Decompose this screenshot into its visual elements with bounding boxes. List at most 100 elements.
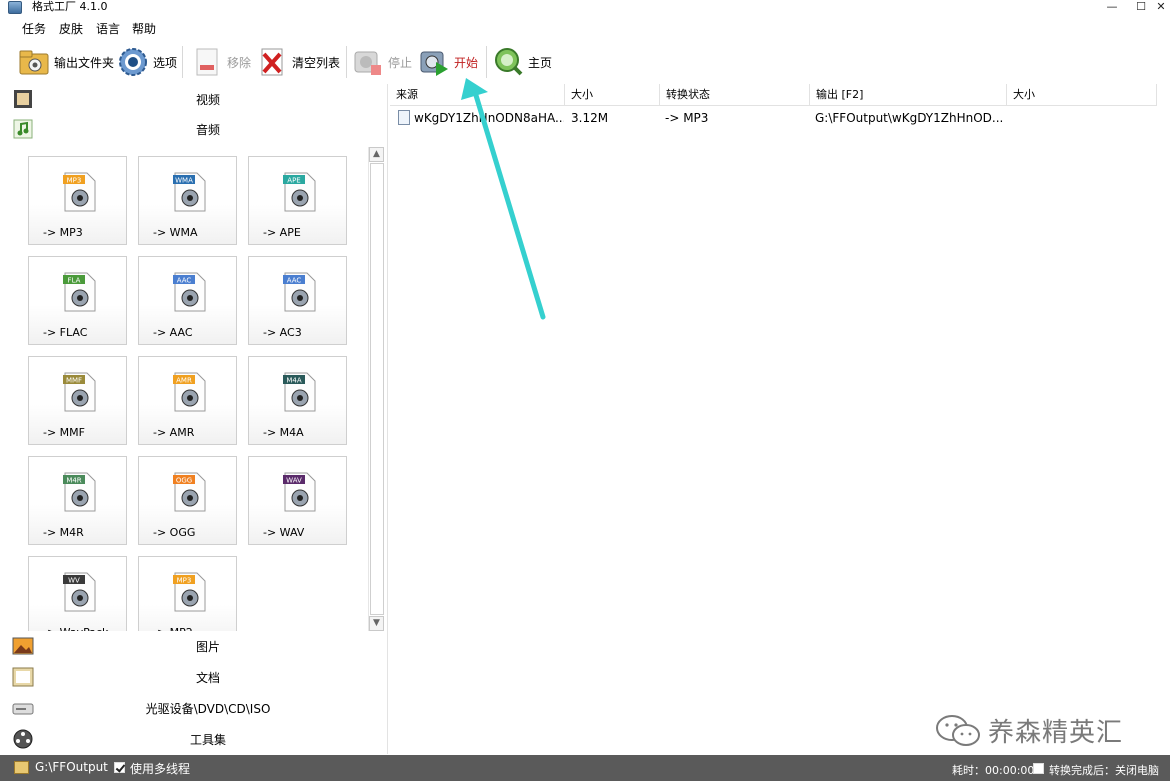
folder-icon[interactable] <box>14 761 29 774</box>
audio-format-doc-icon: WAV <box>283 472 316 512</box>
svg-text:MP3: MP3 <box>177 577 192 585</box>
audio-format-doc-icon: MP3 <box>63 172 96 212</box>
clear-list-button[interactable]: 清空列表 <box>256 44 340 80</box>
gear-icon <box>117 46 149 78</box>
column-output[interactable]: 输出 [F2] <box>810 84 1007 106</box>
format-tile[interactable]: AAC -> AAC <box>138 256 237 345</box>
scroll-thumb[interactable] <box>370 163 384 615</box>
category-optical[interactable]: 光驱设备\DVD\CD\ISO <box>0 693 388 723</box>
svg-text:AMR: AMR <box>176 377 192 385</box>
watermark: 养森精英汇 <box>934 712 1123 749</box>
scroll-up-arrow-icon[interactable]: ▲ <box>369 147 384 162</box>
menu-task[interactable]: 任务 <box>22 21 46 37</box>
output-folder-label: 输出文件夹 <box>54 55 115 70</box>
options-button[interactable]: 选项 <box>117 44 177 80</box>
close-button[interactable]: ✕ <box>1152 0 1170 14</box>
menu-skin[interactable]: 皮肤 <box>59 21 83 37</box>
audio-format-doc-icon: WV <box>63 572 96 612</box>
category-tools-label: 工具集 <box>189 733 226 747</box>
format-tile-label: -> APE <box>263 226 301 239</box>
format-factory-window: 格式工厂 4.1.0 — ☐ ✕ 任务 皮肤 语言 帮助 输出文件夹 选项 移除… <box>0 0 1170 781</box>
category-document[interactable]: 文档 <box>0 662 388 692</box>
toolbar-separator <box>182 46 183 78</box>
format-tile[interactable]: WV-> WavPack <box>28 556 127 631</box>
home-button[interactable]: 主页 <box>492 44 552 80</box>
format-tile[interactable]: OGG -> OGG <box>138 456 237 545</box>
multithread-label: 使用多线程 <box>130 762 191 776</box>
home-label: 主页 <box>528 55 553 70</box>
format-tile[interactable]: MP3-> MP2 <box>138 556 237 631</box>
svg-text:APE: APE <box>287 177 300 185</box>
task-source[interactable]: wKgDY1ZhHnODN8aHA... <box>414 108 564 128</box>
format-tile[interactable]: WMA -> WMA <box>138 156 237 245</box>
multithread-checkbox[interactable] <box>114 762 125 773</box>
format-tile-label: -> MMF <box>43 426 85 439</box>
format-tile-label: -> M4R <box>43 526 84 539</box>
svg-text:WAV: WAV <box>286 477 302 485</box>
column-status[interactable]: 转换状态 <box>660 84 810 106</box>
audio-file-icon <box>398 110 410 125</box>
format-tile[interactable]: AAC -> AC3 <box>248 256 347 345</box>
format-tile-label: -> OGG <box>153 526 196 539</box>
format-tile[interactable]: FLA -> FLAC <box>28 256 127 345</box>
menu-language[interactable]: 语言 <box>96 21 120 37</box>
after-done-label: 转换完成后：关闭电脑 <box>1049 764 1159 777</box>
audio-format-doc-icon: FLA <box>63 272 96 312</box>
category-picture[interactable]: 图片 <box>0 631 388 661</box>
format-tile[interactable]: APE -> APE <box>248 156 347 245</box>
format-tile-label: -> AMR <box>153 426 195 439</box>
toolbar-separator <box>486 46 487 78</box>
stop-button[interactable]: 停止 <box>352 44 412 80</box>
svg-text:OGG: OGG <box>176 477 192 485</box>
format-tile-label: -> AAC <box>153 326 193 339</box>
stop-icon <box>352 46 384 78</box>
format-tile[interactable]: WAV -> WAV <box>248 456 347 545</box>
format-scrollbar[interactable]: ▲ ▼ <box>368 147 384 631</box>
audio-format-doc-icon: OGG <box>173 472 206 512</box>
svg-text:WV: WV <box>68 577 80 585</box>
after-done-checkbox[interactable] <box>1033 763 1044 774</box>
start-button[interactable]: 开始 <box>418 44 478 80</box>
category-panel: 视频 音频 MP3 -> MP3 WMA -> WMA APE -> APE FLA -> F… <box>0 84 388 754</box>
audio-format-doc-icon: M4A <box>283 372 316 412</box>
format-tile-label: -> WMA <box>153 226 198 239</box>
column-size[interactable]: 大小 <box>565 84 660 106</box>
audio-format-doc-icon: MP3 <box>173 572 206 612</box>
column-source[interactable]: 来源 <box>390 84 565 106</box>
clear-list-icon <box>256 46 288 78</box>
output-path[interactable]: G:\FFOutput <box>35 760 108 774</box>
output-folder-button[interactable]: 输出文件夹 <box>18 44 114 80</box>
menu-help[interactable]: 帮助 <box>132 21 156 37</box>
svg-text:AAC: AAC <box>287 277 302 285</box>
menu-bar: 任务 皮肤 语言 帮助 <box>0 18 1170 40</box>
format-tile-label: -> M4A <box>263 426 304 439</box>
category-video[interactable]: 视频 <box>0 84 388 114</box>
title-bar: 格式工厂 4.1.0 — ☐ ✕ <box>0 0 1170 16</box>
stop-label: 停止 <box>388 55 413 70</box>
task-status: -> MP3 <box>665 111 709 125</box>
format-tile[interactable]: MMF -> MMF <box>28 356 127 445</box>
format-tile[interactable]: M4R -> M4R <box>28 456 127 545</box>
task-list: 来源 大小 转换状态 输出 [F2] 大小 wKgDY1ZhHnODN8aHA.… <box>390 84 1170 754</box>
task-output: G:\FFOutput\wKgDY1ZhHnOD... <box>815 111 1004 125</box>
scroll-down-arrow-icon[interactable]: ▼ <box>369 616 384 631</box>
format-tile[interactable]: MP3 -> MP3 <box>28 156 127 245</box>
column-output-size[interactable]: 大小 <box>1007 84 1157 106</box>
folder-icon <box>18 46 50 78</box>
category-audio-label: 音频 <box>195 123 220 137</box>
category-video-label: 视频 <box>195 93 220 107</box>
category-audio[interactable]: 音频 <box>0 114 388 144</box>
status-bar: G:\FFOutput 使用多线程 耗时：00:00:00 转换完成后：关闭电脑 <box>0 755 1170 781</box>
format-tile[interactable]: AMR -> AMR <box>138 356 237 445</box>
format-tile-label: -> AC3 <box>263 326 302 339</box>
category-tools[interactable]: 工具集 <box>0 724 388 754</box>
format-tile[interactable]: M4A -> M4A <box>248 356 347 445</box>
audio-format-grid: MP3 -> MP3 WMA -> WMA APE -> APE FLA -> FLAC AAC… <box>0 147 368 631</box>
audio-format-doc-icon: M4R <box>63 472 96 512</box>
format-tile-label: -> WAV <box>263 526 305 539</box>
minimize-button[interactable]: — <box>1097 0 1127 14</box>
remove-button[interactable]: 移除 <box>191 44 251 80</box>
category-optical-label: 光驱设备\DVD\CD\ISO <box>145 702 271 716</box>
audio-format-doc-icon: APE <box>283 172 316 212</box>
svg-text:M4R: M4R <box>66 477 81 485</box>
